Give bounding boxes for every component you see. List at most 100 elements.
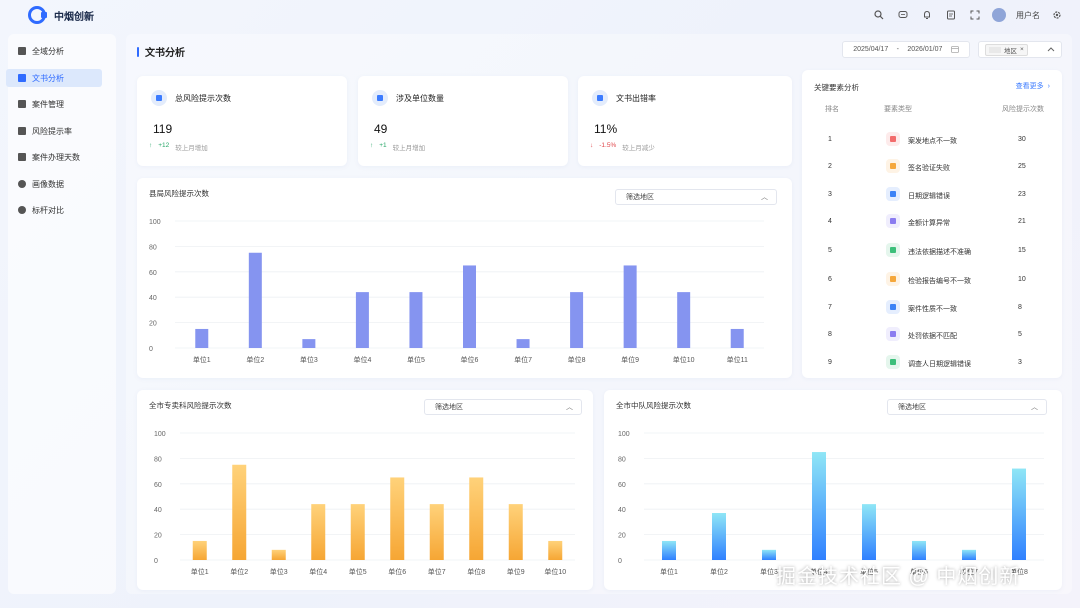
- bar[interactable]: [271, 549, 286, 560]
- key-elements-title: 关键要素分析: [814, 83, 859, 92]
- bar[interactable]: [390, 477, 405, 560]
- bar[interactable]: [302, 339, 316, 348]
- x-tick-label: 单位4: [353, 355, 371, 364]
- close-icon[interactable]: ×: [1020, 46, 1024, 53]
- avatar[interactable]: [992, 8, 1006, 22]
- bar[interactable]: [195, 328, 209, 348]
- specialist-region-filter[interactable]: 筛选地区 ︿: [424, 399, 582, 415]
- fullscreen-icon[interactable]: [968, 8, 982, 22]
- sidebar-item-profile-data[interactable]: 画像数据: [6, 175, 102, 193]
- bar[interactable]: [623, 265, 637, 348]
- column-header-rank: 排名: [825, 106, 839, 113]
- column-header-type: 要素类型: [884, 106, 912, 113]
- sidebar-item-risk-rate[interactable]: 风险提示率: [6, 122, 102, 140]
- bar[interactable]: [862, 504, 876, 560]
- key-element-row[interactable]: 3 日期逻辑错误 23: [802, 185, 1062, 205]
- risk-count: 8: [1018, 304, 1022, 311]
- key-element-row[interactable]: 9 调查人日期逻辑错误 3: [802, 353, 1062, 373]
- message-icon[interactable]: [896, 8, 910, 22]
- y-tick-label: 20: [618, 533, 626, 540]
- chevron-up-icon: ︿: [1031, 404, 1038, 411]
- key-element-row[interactable]: 6 检验报告编号不一致 10: [802, 270, 1062, 290]
- profile-icon: [18, 180, 26, 188]
- key-element-row[interactable]: 4 金额计算异常 21: [802, 212, 1062, 232]
- bar[interactable]: [350, 504, 365, 560]
- chevron-up-icon: ︿: [566, 404, 573, 411]
- key-element-row[interactable]: 7 案件性质不一致 8: [802, 298, 1062, 318]
- percent-icon: [592, 90, 608, 106]
- element-type: 案发地点不一致: [908, 138, 957, 145]
- x-tick-label: 单位2: [230, 567, 248, 576]
- bar[interactable]: [192, 540, 207, 560]
- bar[interactable]: [463, 265, 476, 348]
- brand-name: 中烟创新: [54, 11, 94, 23]
- sidebar-item-document-analysis[interactable]: 文书分析: [6, 69, 102, 87]
- date-end: 2026/01/07: [907, 46, 943, 53]
- bar[interactable]: [355, 292, 369, 348]
- bar[interactable]: [677, 292, 691, 348]
- kpi-change-value: +1: [379, 142, 387, 149]
- brigade-region-filter[interactable]: 筛选地区 ︿: [887, 399, 1047, 415]
- element-type: 日期逻辑错误: [908, 193, 950, 200]
- county-region-filter[interactable]: 筛选地区 ︿: [615, 189, 777, 205]
- document-icon[interactable]: [944, 8, 958, 22]
- region-select[interactable]: 地区 ×: [978, 41, 1062, 58]
- sidebar: [8, 34, 116, 594]
- logo-icon: [28, 6, 47, 24]
- risk-count: 25: [1018, 163, 1026, 170]
- x-tick-label: 单位5: [349, 567, 367, 576]
- kpi-value: 11%: [594, 122, 618, 136]
- kpi-title-text: 文书出错率: [616, 93, 656, 103]
- bar[interactable]: [712, 513, 726, 560]
- sidebar-item-global-analysis[interactable]: 全域分析: [6, 42, 102, 60]
- key-element-row[interactable]: 2 签名验证失败 25: [802, 157, 1062, 177]
- key-element-row[interactable]: 5 违法依据描述不准确 15: [802, 241, 1062, 261]
- kpi-change: ↓ -1.5% 较上月减少: [590, 142, 655, 152]
- element-type-icon: [886, 132, 900, 146]
- bar[interactable]: [912, 540, 926, 560]
- element-type: 案件性质不一致: [908, 306, 957, 313]
- key-element-row[interactable]: 1 案发地点不一致 30: [802, 130, 1062, 150]
- sidebar-item-case-days[interactable]: 案件办理天数: [6, 148, 102, 166]
- view-more-link[interactable]: 查看更多 ›: [1016, 81, 1050, 91]
- sidebar-item-benchmark[interactable]: 标杆对比: [6, 201, 102, 219]
- bar[interactable]: [762, 549, 776, 560]
- bar[interactable]: [570, 292, 584, 348]
- sidebar-item-case-management[interactable]: 案件管理: [6, 95, 102, 113]
- risk-count: 5: [1018, 331, 1022, 338]
- bar[interactable]: [548, 540, 563, 560]
- bar[interactable]: [508, 504, 523, 560]
- rank-number: 7: [828, 304, 832, 311]
- bell-icon[interactable]: [920, 8, 934, 22]
- search-icon[interactable]: [872, 8, 886, 22]
- bar[interactable]: [409, 292, 423, 348]
- x-tick-label: 单位1: [191, 567, 209, 576]
- bar[interactable]: [812, 452, 826, 560]
- bar[interactable]: [469, 477, 484, 560]
- element-type-icon: [886, 214, 900, 228]
- bar[interactable]: [662, 540, 676, 560]
- bar[interactable]: [429, 504, 444, 560]
- bar[interactable]: [1012, 468, 1026, 560]
- bar[interactable]: [962, 549, 976, 560]
- chart-title: 全市专卖科风险提示次数: [149, 401, 232, 410]
- x-tick-label: 单位10: [673, 355, 695, 364]
- logo[interactable]: 中烟创新: [28, 6, 94, 24]
- calendar-icon: [18, 153, 26, 161]
- x-tick-label: 单位7: [514, 355, 532, 364]
- user-name[interactable]: 用户名: [1016, 10, 1040, 21]
- bar[interactable]: [311, 504, 326, 560]
- gear-icon[interactable]: [1050, 8, 1064, 22]
- y-tick-label: 0: [618, 558, 622, 565]
- x-tick-label: 单位10: [544, 567, 566, 576]
- bar[interactable]: [248, 252, 262, 348]
- key-element-row[interactable]: 8 处罚依据不匹配 5: [802, 325, 1062, 345]
- date-range-picker[interactable]: 2025/04/17 - 2026/01/07: [842, 41, 970, 58]
- risk-count: 10: [1018, 276, 1026, 283]
- sidebar-item-label: 案件办理天数: [32, 152, 80, 162]
- bar[interactable]: [516, 339, 530, 348]
- title-accent: [137, 46, 139, 57]
- grid-icon: [18, 47, 26, 55]
- bar[interactable]: [232, 464, 247, 560]
- bar[interactable]: [730, 328, 744, 348]
